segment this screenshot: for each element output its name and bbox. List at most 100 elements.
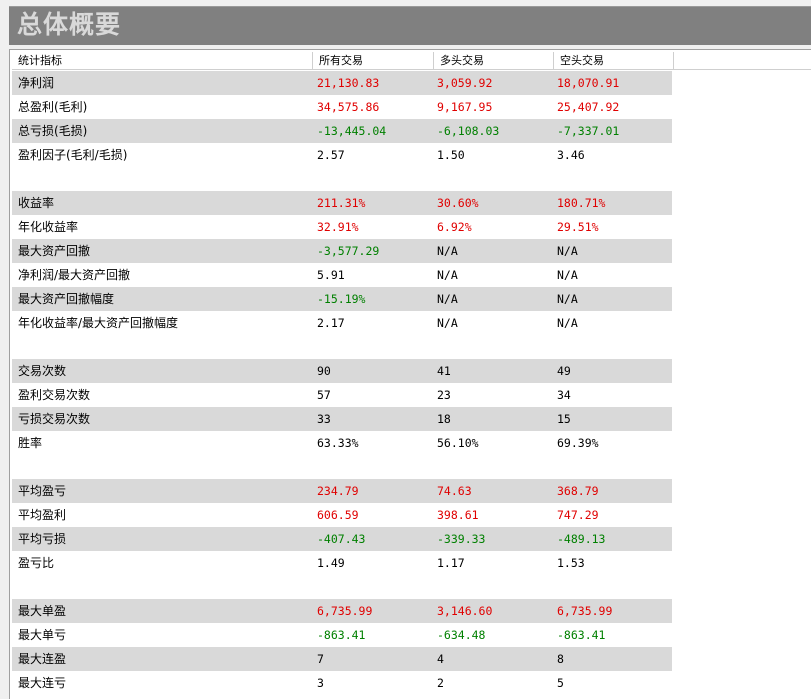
spacer-row [12,167,672,191]
table-row[interactable]: 亏损交易次数 33 18 15 [12,407,672,431]
value-all-trades: 32.91% [317,220,359,234]
value-short-trades: 180.71% [557,196,606,210]
value-all-trades: -13,445.04 [317,124,387,138]
metric-label: 平均盈亏 [18,484,67,498]
metric-label: 盈亏比 [18,556,55,570]
value-all-trades: 7 [317,652,324,666]
column-header-long-trades[interactable]: 多头交易 [434,52,554,69]
value-all-trades: 1.49 [317,556,345,570]
metric-label: 总亏损(毛损) [18,124,88,138]
table-row[interactable]: 最大资产回撤 -3,577.29 N/A N/A [12,239,672,263]
value-all-trades: 2.57 [317,148,345,162]
value-all-trades: 21,130.83 [317,76,380,90]
table-row[interactable]: 胜率 63.33% 56.10% 69.39% [12,431,672,455]
value-long-trades: 398.61 [437,508,479,522]
table-row[interactable]: 最大单盈 6,735.99 3,146.60 6,735.99 [12,599,672,623]
value-all-trades: 606.59 [317,508,359,522]
metric-label: 胜率 [18,436,43,450]
metric-label: 净利润 [18,76,55,90]
table-row[interactable]: 总亏损(毛损) -13,445.04 -6,108.03 -7,337.01 [12,119,672,143]
value-all-trades: 5.91 [317,268,345,282]
value-short-trades: 1.53 [557,556,585,570]
value-long-trades: N/A [437,292,458,306]
value-long-trades: 1.50 [437,148,465,162]
value-long-trades: N/A [437,268,458,282]
metric-label: 总盈利(毛利) [18,100,88,114]
value-long-trades: 18 [437,412,451,426]
value-short-trades: N/A [557,292,578,306]
metric-label: 平均盈利 [18,508,67,522]
table-row[interactable]: 最大连盈 7 4 8 [12,647,672,671]
metric-label: 最大资产回撤 [18,244,91,258]
value-all-trades: 33 [317,412,331,426]
title-bar: 总体概要 [9,6,811,45]
value-long-trades: 9,167.95 [437,100,493,114]
value-long-trades: 41 [437,364,451,378]
table-row[interactable]: 盈利交易次数 57 23 34 [12,383,672,407]
value-long-trades: N/A [437,244,458,258]
summary-table: 统计指标 所有交易 多头交易 空头交易 净利润 21,130.83 3,059.92… [9,49,811,699]
value-short-trades: 747.29 [557,508,599,522]
metric-label: 年化收益率 [18,220,79,234]
metric-label: 最大单盈 [18,604,67,618]
spacer-row [12,455,672,479]
table-row[interactable]: 年化收益率/最大资产回撤幅度 2.17 N/A N/A [12,311,672,335]
value-long-trades: 4 [437,652,444,666]
page-title: 总体概要 [17,10,122,39]
value-all-trades: 3 [317,676,324,690]
value-all-trades: 234.79 [317,484,359,498]
table-row[interactable]: 交易次数 90 41 49 [12,359,672,383]
metric-label: 收益率 [18,196,55,210]
metric-label: 盈利交易次数 [18,388,91,402]
table-row[interactable]: 最大单亏 -863.41 -634.48 -863.41 [12,623,672,647]
table-row[interactable]: 总盈利(毛利) 34,575.86 9,167.95 25,407.92 [12,95,672,119]
table-row[interactable]: 最大连亏 3 2 5 [12,671,672,695]
value-short-trades: 6,735.99 [557,604,613,618]
value-short-trades: N/A [557,268,578,282]
value-short-trades: 18,070.91 [557,76,620,90]
spacer-row [12,335,672,359]
table-row[interactable]: 净利润/最大资产回撤 5.91 N/A N/A [12,263,672,287]
table-row[interactable]: 平均亏损 -407.43 -339.33 -489.13 [12,527,672,551]
column-header-all-trades[interactable]: 所有交易 [313,52,434,69]
value-short-trades: 29.51% [557,220,599,234]
table-row[interactable]: 盈利因子(毛利/毛损) 2.57 1.50 3.46 [12,143,672,167]
value-short-trades: 3.46 [557,148,585,162]
value-long-trades: 2 [437,676,444,690]
value-long-trades: -6,108.03 [437,124,500,138]
metric-label: 平均亏损 [18,532,67,546]
value-short-trades: 8 [557,652,564,666]
value-short-trades: N/A [557,244,578,258]
metric-label: 净利润/最大资产回撤 [18,268,131,282]
value-all-trades: -407.43 [317,532,366,546]
value-long-trades: 3,146.60 [437,604,493,618]
table-row[interactable]: 净利润 21,130.83 3,059.92 18,070.91 [12,71,672,95]
value-all-trades: 2.17 [317,316,345,330]
value-long-trades: 6.92% [437,220,472,234]
value-long-trades: -339.33 [437,532,486,546]
value-short-trades: -7,337.01 [557,124,620,138]
value-long-trades: N/A [437,316,458,330]
table-row[interactable]: 收益率 211.31% 30.60% 180.71% [12,191,672,215]
value-short-trades: 368.79 [557,484,599,498]
table-row[interactable]: 年化收益率 32.91% 6.92% 29.51% [12,215,672,239]
table-row[interactable]: 平均盈利 606.59 398.61 747.29 [12,503,672,527]
value-long-trades: 30.60% [437,196,479,210]
table-row[interactable]: 最大资产回撤幅度 -15.19% N/A N/A [12,287,672,311]
column-header-short-trades[interactable]: 空头交易 [554,52,674,69]
metric-label: 盈利因子(毛利/毛损) [18,148,128,162]
value-short-trades: 5 [557,676,564,690]
value-all-trades: -863.41 [317,628,366,642]
metric-label: 最大单亏 [18,628,67,642]
metric-label: 最大连亏 [18,676,67,690]
table-row[interactable]: 平均盈亏 234.79 74.63 368.79 [12,479,672,503]
value-all-trades: 90 [317,364,331,378]
column-header-metric[interactable]: 统计指标 [12,52,313,69]
value-short-trades: 15 [557,412,571,426]
table-row[interactable]: 盈亏比 1.49 1.17 1.53 [12,551,672,575]
value-all-trades: -15.19% [317,292,366,306]
table-header: 统计指标 所有交易 多头交易 空头交易 [12,52,811,70]
value-short-trades: -489.13 [557,532,606,546]
metric-label: 亏损交易次数 [18,412,91,426]
value-long-trades: -634.48 [437,628,486,642]
